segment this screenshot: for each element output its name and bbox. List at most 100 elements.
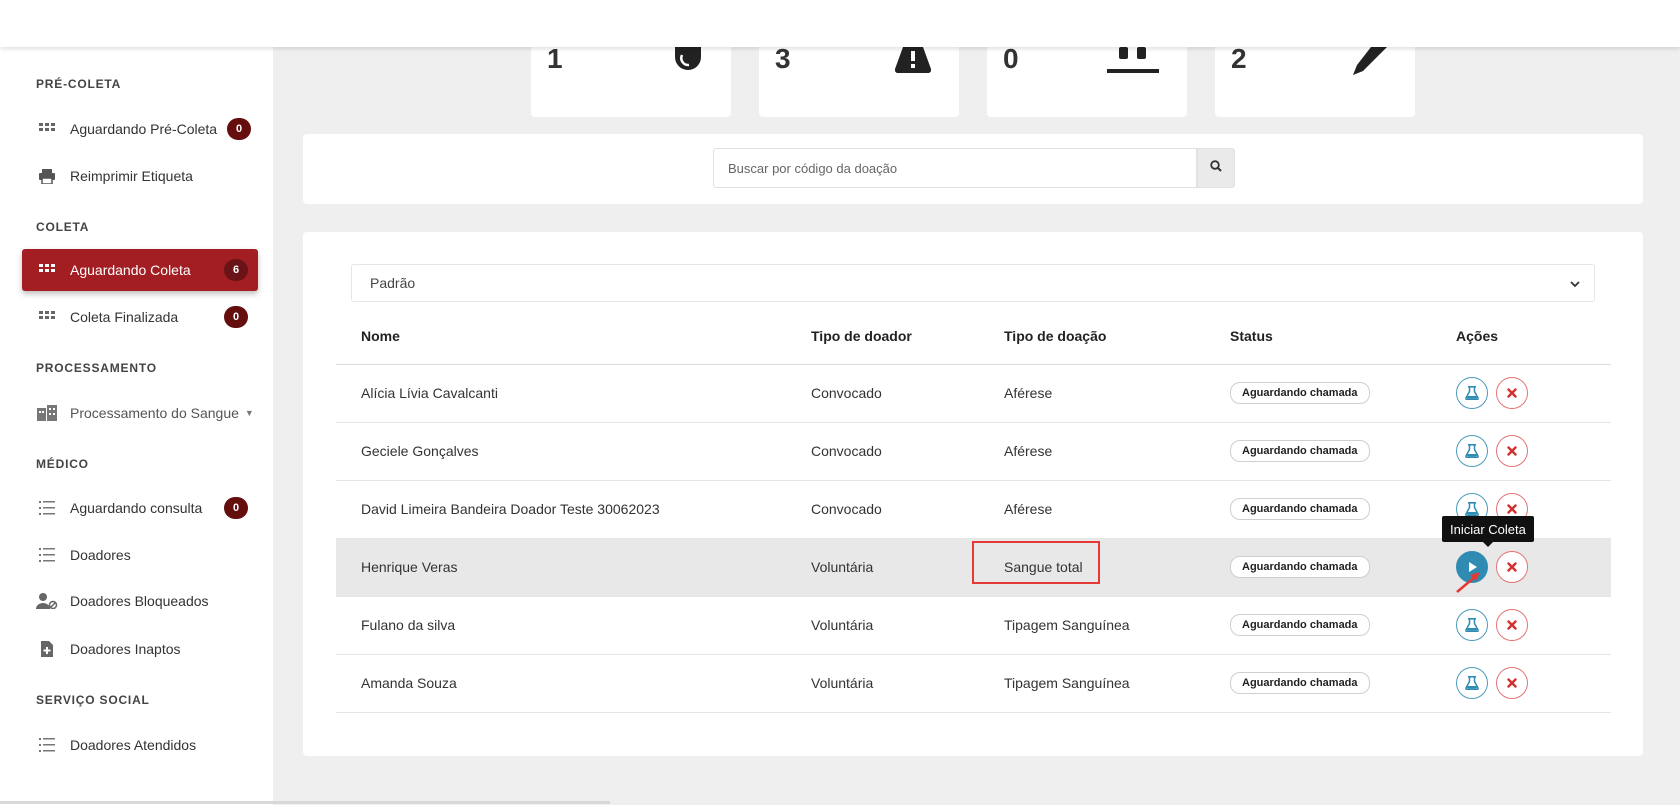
sidebar-item-doadores-inaptos[interactable]: Doadores Inaptos [22,628,258,670]
start-collection-button[interactable] [1456,609,1488,641]
sidebar-item-aguardando-pre-coleta[interactable]: Aguardando Pré-Coleta 0 [22,108,258,150]
sidebar-item-label: Coleta Finalizada [70,309,179,325]
stat-value: 2 [1231,43,1247,74]
bed-icon [1107,47,1159,80]
list-icon [36,501,58,515]
start-collection-button[interactable] [1456,435,1488,467]
filter-select-value: Padrão [370,275,416,291]
cell-status: Aguardando chamada [1230,654,1456,713]
stat-value: 3 [775,43,791,74]
cell-tipo-doador: Convocado [811,422,1004,481]
cell-tipo-doacao: Tipagem Sanguínea [1004,596,1230,655]
chevron-down-icon [1570,275,1580,291]
cell-acoes [1456,364,1611,423]
sidebar-item-doadores[interactable]: Doadores [22,534,258,576]
table-row[interactable]: David Limeira Bandeira Doador Teste 3006… [336,480,1611,539]
cancel-button[interactable] [1496,609,1528,641]
flask-icon [1465,444,1479,458]
horizontal-scrollbar[interactable] [0,801,610,804]
cell-acoes [1456,596,1611,655]
sidebar-item-label: Doadores Inaptos [70,641,181,657]
close-icon [1507,504,1517,514]
cell-nome: Alícia Lívia Cavalcanti [336,364,811,423]
close-icon [1507,620,1517,630]
sidebar-item-aguardando-consulta[interactable]: Aguardando consulta 0 [22,487,258,529]
drop-icon [673,47,703,78]
annotation-highlight-box [972,541,1100,584]
cancel-button[interactable] [1496,377,1528,409]
count-badge: 0 [227,118,252,140]
sidebar-item-doadores-bloqueados[interactable]: Doadores Bloqueados [22,580,258,622]
grid-icon [36,264,58,276]
column-header-nome[interactable]: Nome [336,308,811,365]
cell-acoes [1456,654,1611,713]
flask-icon [1465,386,1479,400]
building-icon [36,405,58,421]
filter-select[interactable]: Padrão [351,264,1595,302]
printer-icon [36,168,58,184]
warning-icon [894,47,932,78]
search-button[interactable] [1197,148,1235,188]
section-title-pre-coleta: PRÉ-COLETA [36,77,122,91]
stat-card-bed: 0 [987,43,1187,117]
section-title-coleta: COLETA [36,220,90,234]
grid-icon [36,311,58,323]
table-row[interactable]: Alícia Lívia Cavalcanti Convocado Aféres… [336,364,1611,423]
status-badge: Aguardando chamada [1230,498,1370,520]
list-icon [36,738,58,752]
grid-icon [36,123,58,135]
search-icon [1210,159,1222,177]
status-badge: Aguardando chamada [1230,556,1370,578]
section-title-medico: MÉDICO [36,457,89,471]
cancel-button[interactable] [1496,435,1528,467]
list-icon [36,548,58,562]
file-plus-icon [36,641,58,657]
section-title-servico-social: SERVIÇO SOCIAL [36,693,150,707]
table-row[interactable]: Geciele Gonçalves Convocado Aférese Agua… [336,422,1611,481]
cell-nome: Henrique Veras [336,538,811,597]
column-header-tipo-doacao[interactable]: Tipo de doação [1004,308,1230,365]
search-input[interactable] [713,148,1197,188]
sidebar-item-doadores-atendidos[interactable]: Doadores Atendidos [22,724,258,766]
start-collection-button[interactable] [1456,667,1488,699]
cell-status: Aguardando chamada [1230,596,1456,655]
sidebar-item-label: Processamento do Sangue [70,405,239,421]
syringe-icon [1349,47,1387,80]
start-collection-button[interactable] [1456,377,1488,409]
top-bar [0,0,1680,47]
stat-value: 0 [1003,43,1019,74]
count-badge: 6 [224,259,248,281]
cancel-button[interactable] [1496,551,1528,583]
stat-value: 1 [547,43,563,74]
flask-icon [1465,618,1479,632]
user-block-icon [36,593,58,609]
sidebar-item-reimprimir-etiqueta[interactable]: Reimprimir Etiqueta [22,155,258,197]
caret-down-icon: ▼ [244,408,254,418]
count-badge: 0 [224,497,248,519]
sidebar-item-label: Doadores [70,547,131,563]
close-icon [1507,678,1517,688]
column-header-status[interactable]: Status [1230,308,1456,365]
cancel-button[interactable] [1496,667,1528,699]
table-row[interactable]: Fulano da silva Voluntária Tipagem Sangu… [336,596,1611,655]
cell-tipo-doador: Voluntária [811,596,1004,655]
table-row[interactable]: Amanda Souza Voluntária Tipagem Sanguíne… [336,654,1611,713]
sidebar-item-label: Aguardando Pré-Coleta [70,121,218,137]
cell-status: Aguardando chamada [1230,364,1456,423]
sidebar-item-processamento-sangue[interactable]: Processamento do Sangue ▼ [22,392,258,434]
status-badge: Aguardando chamada [1230,614,1370,636]
table-panel: Padrão Nome Tipo de doador Tipo de doaçã… [303,232,1643,756]
sidebar-item-coleta-finalizada[interactable]: Coleta Finalizada 0 [22,296,258,338]
cell-nome: Amanda Souza [336,654,811,713]
column-header-tipo-doador[interactable]: Tipo de doador [811,308,1004,365]
sidebar-item-label: Doadores Atendidos [70,737,197,753]
cell-status: Aguardando chamada [1230,480,1456,539]
status-badge: Aguardando chamada [1230,440,1370,462]
tooltip: Iniciar Coleta [1442,516,1534,547]
flask-icon [1465,502,1479,516]
count-badge: 0 [224,306,248,328]
cell-nome: Fulano da silva [336,596,811,655]
cell-nome: Geciele Gonçalves [336,422,811,481]
cell-status: Aguardando chamada [1230,422,1456,481]
sidebar-item-aguardando-coleta[interactable]: Aguardando Coleta 6 [22,249,258,291]
